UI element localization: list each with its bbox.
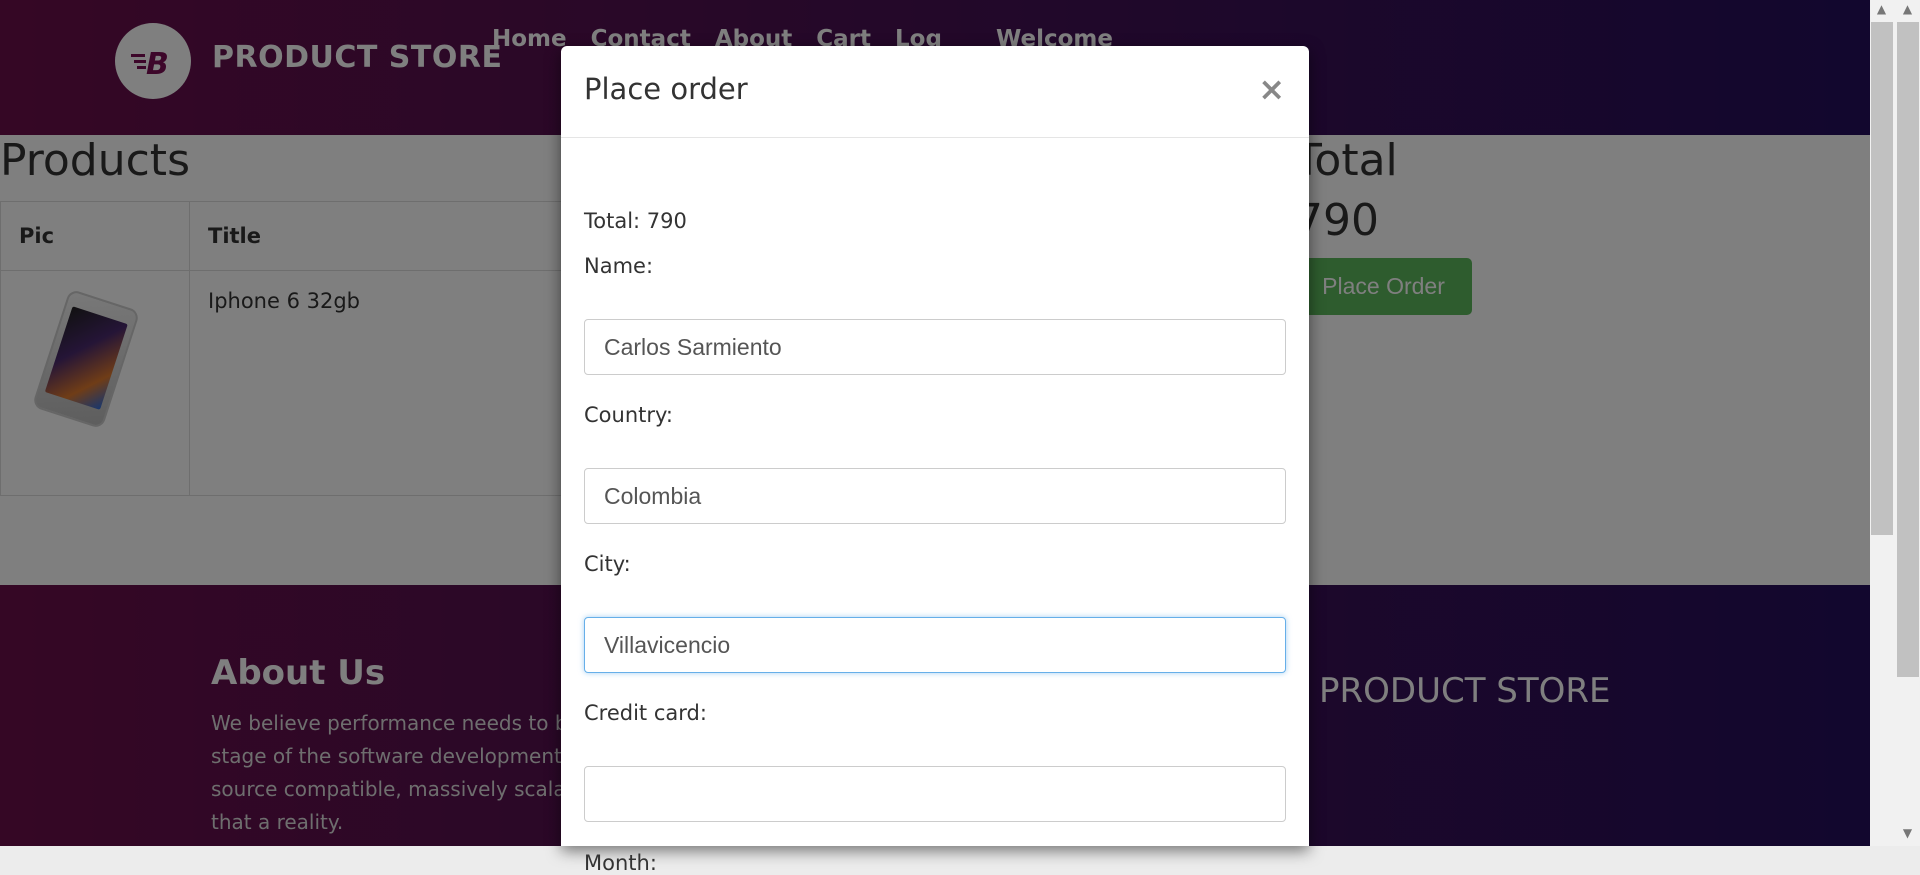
scroll-down-arrow-icon[interactable]: ▼ [1896,826,1919,840]
country-input[interactable] [584,468,1286,524]
scroll-up-arrow-icon[interactable]: ▲ [1896,2,1919,16]
city-input[interactable] [584,617,1286,673]
city-label: City: [584,552,631,576]
page-scrollbar[interactable]: ▲ [1870,0,1893,846]
modal-header: Place order × [561,46,1309,138]
scroll-up-arrow-icon[interactable]: ▲ [1870,2,1893,16]
credit-card-label: Credit card: [584,701,707,725]
modal-title: Place order [584,72,748,106]
name-input[interactable] [584,319,1286,375]
country-label: Country: [584,403,673,427]
modal-scrollbar[interactable]: ▲ ▼ [1896,0,1919,846]
order-total-text: Total: 790 [584,209,687,233]
page-scroll-thumb[interactable] [1871,22,1893,535]
scrollbar-area: ▲ ▲ ▼ [1870,0,1920,846]
close-icon[interactable]: × [1258,73,1285,105]
month-label: Month: [584,851,657,875]
modal-scroll-thumb[interactable] [1897,22,1919,677]
place-order-modal: Place order × Total: 790 Name: Country: … [561,46,1309,875]
name-label: Name: [584,254,654,278]
credit-card-input[interactable] [584,766,1286,822]
